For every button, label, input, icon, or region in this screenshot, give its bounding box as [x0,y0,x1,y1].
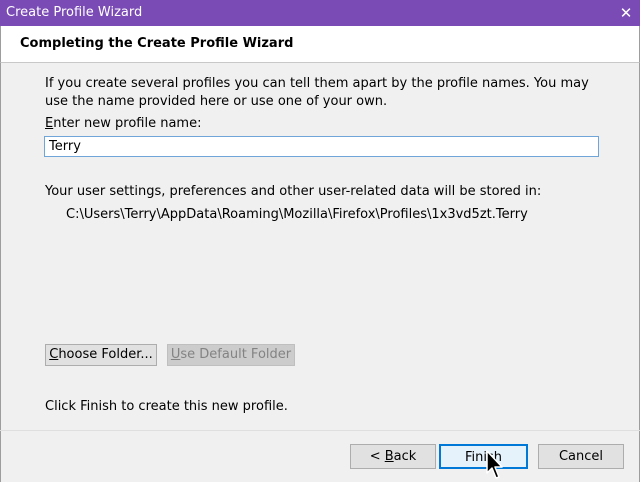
window-title: Create Profile Wizard [6,5,143,20]
profile-path: C:\Users\Terry\AppData\Roaming\Mozilla\F… [66,207,528,222]
back-button[interactable]: < Back [350,444,436,469]
wizard-header: Completing the Create Profile Wizard [0,26,640,62]
intro-text: If you create several profiles you can t… [45,76,589,109]
profile-name-input[interactable]: Terry [44,136,599,157]
wizard-content: If you create several profiles you can t… [0,62,640,431]
profile-name-label: Enter new profile name: [45,116,202,131]
title-bar: Create Profile Wizard ✕ [0,0,640,26]
finish-instructions: Click Finish to create this new profile. [45,399,288,414]
close-icon[interactable]: ✕ [612,0,640,26]
mouse-pointer-icon [486,450,503,479]
storage-label: Your user settings, preferences and othe… [45,184,542,199]
wizard-footer: < Back Finish Cancel [0,431,640,482]
finish-button[interactable]: Finish [439,444,528,469]
choose-folder-button[interactable]: Choose Folder... [45,344,157,366]
wizard-heading: Completing the Create Profile Wizard [20,36,294,51]
cancel-button[interactable]: Cancel [538,444,624,469]
use-default-folder-button: Use Default Folder [167,344,295,366]
